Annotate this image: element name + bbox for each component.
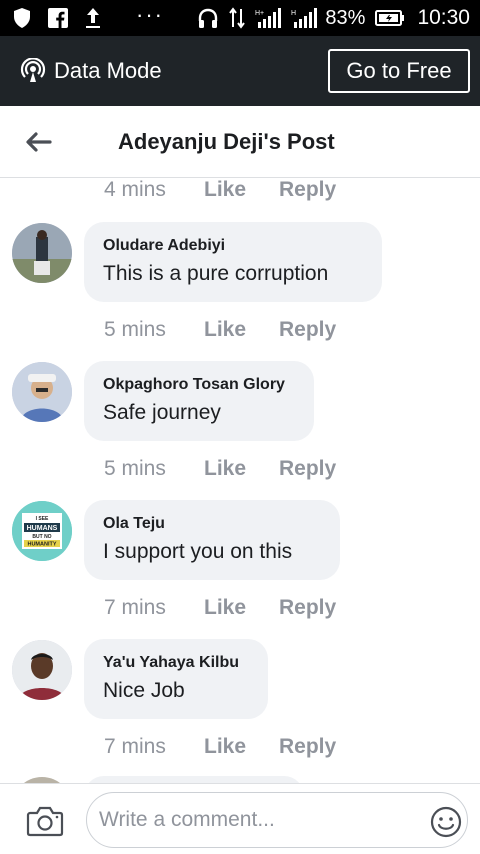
- emoji-icon[interactable]: [430, 806, 462, 838]
- avatar[interactable]: [12, 223, 72, 283]
- comment-thread[interactable]: 4 mins Like Reply Oludare Adebiyi This i…: [0, 179, 480, 783]
- avatar-text: I SEE: [36, 516, 49, 522]
- comment-time: 5 mins: [104, 318, 166, 341]
- commenter-name[interactable]: Okpaghoro Tosan Glory: [103, 373, 294, 397]
- reply-button[interactable]: Reply: [279, 318, 336, 342]
- comment-composer: Write a comment...: [0, 783, 480, 854]
- commenter-name[interactable]: Oludare Adebiyi: [103, 234, 362, 258]
- status-bar: ··· H+ H 83% 10:30: [0, 0, 480, 36]
- comment-time: 7 mins: [104, 735, 166, 758]
- comment-meta: 7 mins Like Reply: [104, 735, 336, 759]
- comment-text: This is a pure corruption: [103, 262, 329, 285]
- like-button[interactable]: Like: [204, 735, 279, 759]
- page-title: Adeyanju Deji's Post: [118, 128, 335, 154]
- upload-icon: [84, 7, 102, 29]
- like-button[interactable]: Like: [204, 596, 279, 620]
- comment-time: 5 mins: [104, 457, 166, 480]
- reply-button[interactable]: Reply: [279, 735, 336, 759]
- post-header: Adeyanju Deji's Post: [0, 106, 480, 178]
- battery-icon: [375, 9, 405, 27]
- like-button[interactable]: Like: [204, 318, 279, 342]
- battery-percent: 83%: [325, 6, 366, 29]
- clock: 10:30: [417, 6, 470, 29]
- comment-meta: 7 mins Like Reply: [104, 596, 336, 620]
- go-to-free-button[interactable]: Go to Free: [328, 49, 470, 93]
- svg-text:H+: H+: [255, 10, 264, 17]
- commenter-name[interactable]: Ya'u Yahaya Kilbu: [103, 651, 248, 675]
- commenter-name[interactable]: Ola Teju: [103, 512, 320, 536]
- comment-bubble[interactable]: Okpaghoro Tosan Glory Safe journey: [84, 361, 314, 441]
- data-mode-bar: Data Mode Go to Free: [0, 36, 480, 106]
- avatar-text: BUT NO: [32, 534, 51, 540]
- comment-input[interactable]: Write a comment...: [86, 792, 468, 848]
- reply-button[interactable]: Reply: [279, 179, 336, 202]
- comment-time: 7 mins: [104, 596, 166, 619]
- signal-sim1-icon: H+: [255, 7, 282, 29]
- avatar-text: HUMANS: [27, 525, 58, 532]
- comment-text: Safe journey: [103, 401, 221, 424]
- broadcast-icon: [20, 58, 46, 84]
- like-button[interactable]: Like: [204, 457, 279, 481]
- comment-meta: 5 mins Like Reply: [104, 318, 336, 342]
- avatar[interactable]: [12, 640, 72, 700]
- comment-time: 4 mins: [104, 179, 166, 201]
- data-mode-label: Data Mode: [54, 58, 162, 83]
- avatar[interactable]: I SEE HUMANS BUT NO HUMANITY: [12, 501, 72, 561]
- facebook-icon: [48, 8, 68, 28]
- comment-bubble[interactable]: Oludare Adebiyi This is a pure corruptio…: [84, 222, 382, 302]
- comment-meta: 4 mins Like Reply: [104, 179, 336, 201]
- reply-button[interactable]: Reply: [279, 457, 336, 481]
- avatar[interactable]: [12, 362, 72, 422]
- camera-icon[interactable]: [26, 804, 64, 838]
- comment-text: Nice Job: [103, 679, 185, 702]
- comment-text: I support you on this: [103, 540, 293, 563]
- comment-bubble[interactable]: Ya'u Yahaya Kilbu Nice Job: [84, 639, 268, 719]
- avatar-text: HUMANITY: [27, 542, 56, 548]
- comment-meta: 5 mins Like Reply: [104, 457, 336, 481]
- headphones-icon: [197, 7, 219, 29]
- comment-bubble[interactable]: [84, 776, 304, 783]
- signal-sim2-icon: H: [291, 7, 318, 29]
- data-transfer-icon: [229, 7, 246, 29]
- like-button[interactable]: Like: [204, 179, 279, 202]
- back-arrow-icon[interactable]: [20, 124, 56, 160]
- more-notifications-icon: ···: [136, 2, 164, 27]
- reply-button[interactable]: Reply: [279, 596, 336, 620]
- data-mode-toggle[interactable]: Data Mode: [20, 58, 162, 84]
- svg-text:H: H: [291, 10, 296, 17]
- shield-icon: [12, 7, 32, 29]
- comment-bubble[interactable]: Ola Teju I support you on this: [84, 500, 340, 580]
